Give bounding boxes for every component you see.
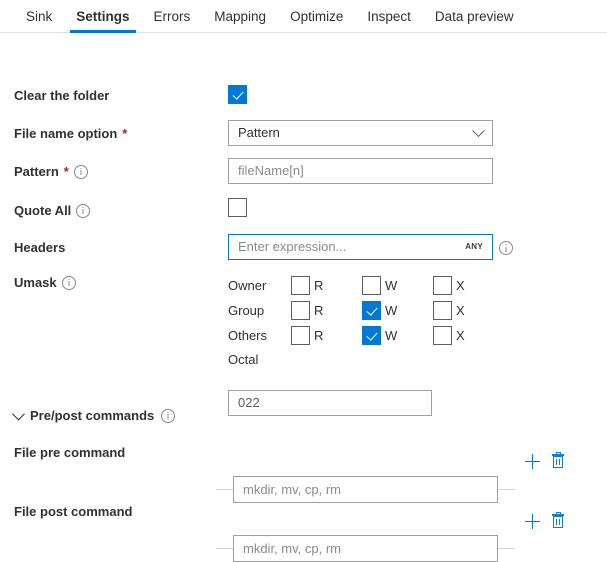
- any-type-badge: ANY: [465, 235, 483, 259]
- octal-label: Octal: [228, 348, 504, 372]
- clear-folder-checkbox[interactable]: [228, 85, 247, 104]
- umask-owner-write-checkbox[interactable]: [362, 276, 381, 295]
- pre-connector-right: [498, 489, 515, 490]
- quote-all-label: Quote All: [14, 203, 90, 218]
- umask-group-read-checkbox[interactable]: [291, 301, 310, 320]
- post-connector-left: [216, 548, 233, 549]
- chevron-down-icon: [472, 124, 485, 137]
- umask-permission-grid: Owner R W X Group R W: [228, 273, 504, 372]
- file-post-command-input[interactable]: mkdir, mv, cp, rm: [233, 535, 498, 562]
- quote-all-checkbox[interactable]: [228, 198, 247, 217]
- info-icon: [161, 409, 175, 423]
- file-pre-command-label: File pre command: [14, 445, 125, 460]
- clear-folder-label: Clear the folder: [14, 88, 109, 103]
- tab-data-preview[interactable]: Data preview: [423, 1, 526, 33]
- info-icon: [62, 276, 76, 290]
- info-icon: [76, 204, 90, 218]
- tab-optimize[interactable]: Optimize: [278, 1, 355, 33]
- umask-owner-read-checkbox[interactable]: [291, 276, 310, 295]
- umask-others-execute-checkbox[interactable]: [433, 326, 452, 345]
- umask-row-owner: Owner R W X: [228, 273, 504, 298]
- umask-row-group: Group R W X: [228, 298, 504, 323]
- tab-mapping[interactable]: Mapping: [202, 1, 278, 33]
- pattern-input[interactable]: fileName[n]: [228, 158, 493, 184]
- umask-label: Umask: [14, 275, 76, 290]
- file-pre-command-input[interactable]: mkdir, mv, cp, rm: [233, 476, 498, 503]
- file-post-command-label: File post command: [14, 504, 132, 519]
- post-connector-right: [498, 548, 515, 549]
- umask-others-write-checkbox[interactable]: [362, 326, 381, 345]
- umask-row-others: Others R W X: [228, 323, 504, 348]
- umask-group-label: Group: [228, 303, 291, 318]
- headers-expression-input[interactable]: Enter expression... ANY: [228, 234, 493, 260]
- file-name-option-label: File name option *: [14, 126, 127, 141]
- umask-group-execute-checkbox[interactable]: [433, 301, 452, 320]
- umask-owner-execute-checkbox[interactable]: [433, 276, 452, 295]
- info-icon: [499, 241, 513, 255]
- prepost-commands-section-toggle[interactable]: Pre/post commands: [14, 408, 175, 423]
- pre-connector-left: [216, 489, 233, 490]
- pattern-label: Pattern *: [14, 164, 88, 179]
- tab-errors[interactable]: Errors: [142, 1, 203, 33]
- umask-others-read-checkbox[interactable]: [291, 326, 310, 345]
- umask-others-label: Others: [228, 328, 291, 343]
- umask-owner-label: Owner: [228, 278, 291, 293]
- info-icon: [74, 165, 88, 179]
- file-name-option-select[interactable]: Pattern: [228, 120, 493, 146]
- umask-write-column-label: W: [385, 278, 397, 293]
- chevron-down-icon: [12, 408, 25, 421]
- tab-bar: Sink Settings Errors Mapping Optimize In…: [0, 0, 607, 33]
- octal-input[interactable]: 022: [228, 390, 432, 416]
- umask-group-write-checkbox[interactable]: [362, 301, 381, 320]
- headers-label: Headers: [14, 240, 65, 255]
- tab-settings[interactable]: Settings: [64, 1, 141, 33]
- tab-inspect[interactable]: Inspect: [355, 1, 423, 33]
- tab-sink[interactable]: Sink: [14, 1, 64, 33]
- umask-read-column-label: R: [314, 278, 323, 293]
- umask-execute-column-label: X: [456, 278, 465, 293]
- settings-form: Clear the folder File name option * Patt…: [0, 33, 607, 45]
